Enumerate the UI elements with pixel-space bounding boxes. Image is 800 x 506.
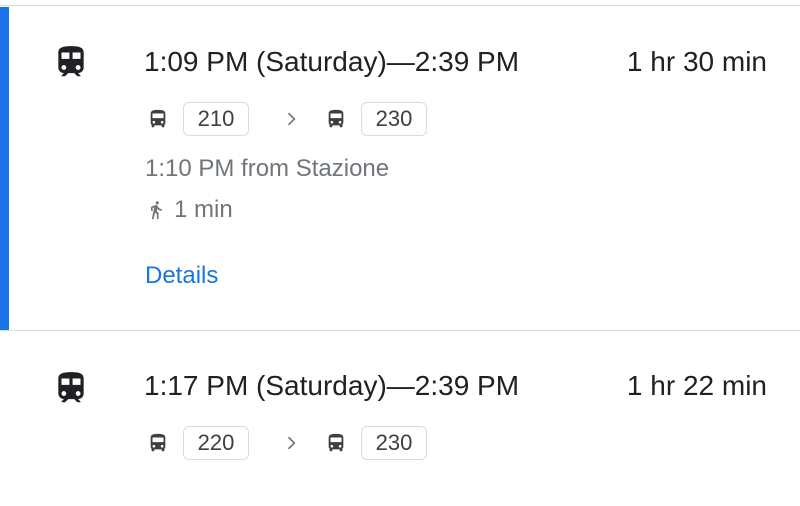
departure-info: 1:10 PM from Stazione bbox=[145, 155, 390, 182]
selected-indicator bbox=[0, 7, 9, 330]
route-option[interactable]: 1:09 PM (Saturday)—2:39 PM 1 hr 30 min 2… bbox=[0, 7, 800, 330]
details-link[interactable]: Details bbox=[145, 261, 218, 291]
train-icon bbox=[58, 46, 84, 77]
line-badge: 220 bbox=[183, 426, 249, 460]
walk-info: 1 min bbox=[146, 195, 233, 225]
route-option[interactable]: 1:17 PM (Saturday)—2:39 PM 1 hr 22 min 2… bbox=[0, 331, 800, 506]
bus-icon bbox=[328, 109, 344, 128]
bus-icon bbox=[150, 433, 166, 452]
bus-icon bbox=[328, 433, 344, 452]
route-times: 1:09 PM (Saturday)—2:39 PM bbox=[144, 46, 520, 77]
top-divider bbox=[0, 0, 800, 6]
line-badge: 210 bbox=[183, 102, 249, 136]
line-badge: 230 bbox=[361, 426, 427, 460]
bus-icon bbox=[150, 109, 166, 128]
route-times: 1:17 PM (Saturday)—2:39 PM bbox=[144, 370, 520, 401]
chevron-right-icon bbox=[287, 436, 296, 450]
walking-icon bbox=[151, 201, 162, 220]
transit-legs: 210 230 bbox=[147, 101, 427, 137]
chevron-right-icon bbox=[287, 112, 296, 126]
route-duration: 1 hr 22 min bbox=[626, 370, 767, 401]
transit-legs: 220 230 bbox=[147, 425, 427, 461]
line-badge: 230 bbox=[361, 102, 427, 136]
train-icon bbox=[58, 372, 84, 403]
route-duration: 1 hr 30 min bbox=[626, 46, 767, 77]
walk-duration: 1 min bbox=[174, 196, 233, 223]
